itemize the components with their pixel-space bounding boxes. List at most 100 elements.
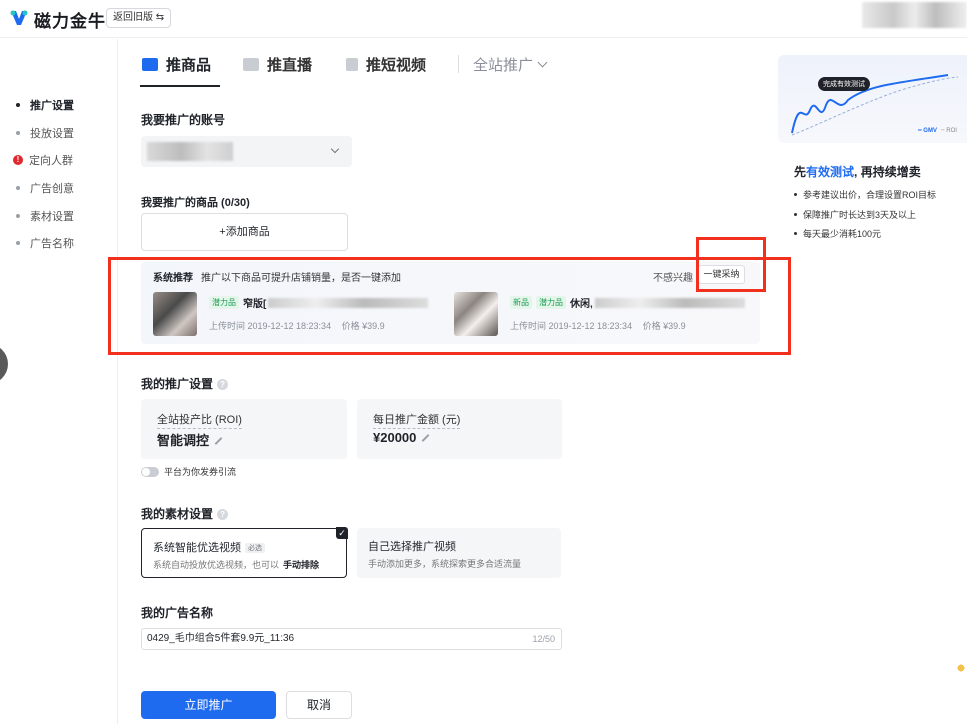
user-avatar[interactable]	[862, 2, 967, 28]
active-tab-indicator	[140, 85, 220, 87]
tab-site-wide-dropdown[interactable]: 全站推广	[473, 50, 548, 78]
tips-title-suffix: , 再持续增卖	[854, 165, 921, 179]
tip-item: 参考建议出价，合理设置ROI目标	[794, 188, 936, 201]
promo-settings-title: 我的推广设置?	[141, 375, 229, 392]
chevron-down-icon	[330, 144, 340, 154]
ad-name-title: 我的广告名称	[141, 606, 214, 620]
brand-name: 磁力金牛	[34, 12, 106, 31]
product-title-row: 潜力品 窄版[	[209, 295, 429, 310]
daily-budget-card[interactable]: 每日推广金额 (元) ¥20000	[357, 399, 562, 459]
roi-setting-card[interactable]: 全站投产比 (ROI) 智能调控	[141, 399, 347, 459]
tab-label: 推短视频	[366, 56, 427, 74]
tab-promote-live[interactable]: 推直播	[243, 50, 312, 78]
promo-settings-title-text: 我的推广设置	[141, 377, 214, 391]
tips-title-prefix: 先	[794, 165, 807, 179]
one-click-adopt-button[interactable]: 一键采纳	[698, 265, 745, 284]
coupon-toggle-row: 平台为你发券引流	[141, 465, 236, 478]
sidebar-item-label: 素材设置	[30, 211, 74, 223]
required-badge: 必选	[245, 543, 265, 553]
material-option-desc-text: 系统自动投放优选视频，也可以	[153, 560, 280, 570]
megaphone-icon	[142, 57, 158, 71]
video-icon	[243, 57, 259, 71]
helper-float-icon[interactable]	[955, 662, 967, 674]
tab-label: 推直播	[267, 56, 313, 74]
recommended-product-card[interactable]: 新品 潜力品 休闲, 上传时间 2019-12-12 18:23:34 价格 ¥…	[454, 292, 754, 336]
roi-label: 全站投产比 (ROI)	[157, 411, 242, 429]
tip-item: 保障推广时长达到3天及以上	[794, 208, 916, 221]
sidebar-item-label: 推广设置	[30, 100, 74, 112]
add-goods-button[interactable]: +添加商品	[141, 213, 348, 251]
sidebar-item-creative[interactable]: 广告创意	[14, 180, 74, 196]
legend-roi: ╌ ROI	[940, 128, 957, 134]
tips-title-highlight: 有效测试	[806, 165, 855, 179]
clip-icon	[346, 57, 358, 71]
edit-icon[interactable]	[422, 434, 430, 442]
recommend-title: 系统推荐	[153, 273, 193, 284]
sidebar-item-label: 广告名称	[30, 238, 74, 250]
cancel-button[interactable]: 取消	[286, 691, 352, 719]
material-option-smart[interactable]: 系统智能优选视频 必选 系统自动投放优选视频，也可以 手动排除 ✓	[141, 527, 348, 578]
potential-tag: 潜力品	[209, 296, 239, 309]
product-title: 窄版[	[243, 299, 267, 310]
potential-tag: 潜力品	[536, 296, 566, 309]
material-settings-title: 我的素材设置?	[141, 505, 229, 522]
sidebar-item-targeting[interactable]: ! 定向人群	[13, 152, 73, 168]
sidebar-item-ad-name[interactable]: 广告名称	[14, 235, 74, 251]
recommend-header: 系统推荐 推广以下商品可提升店铺销量，是否一键添加	[153, 269, 401, 284]
roi-value-text: 智能调控	[157, 433, 210, 448]
roi-value: 智能调控	[157, 430, 223, 449]
top-header: 磁力金牛 返回旧版 ⇆	[0, 0, 967, 38]
new-tag: 新品	[510, 296, 532, 309]
not-interested-link[interactable]: 不感兴趣	[653, 269, 693, 284]
bullet-icon	[16, 241, 20, 245]
bullet-icon	[16, 214, 20, 218]
tab-label: 全站推广	[473, 56, 534, 74]
product-title-blurred	[268, 297, 429, 308]
tab-divider	[458, 55, 459, 73]
ad-name-value: 0429_毛巾组合5件套9.9元_11:36	[147, 633, 295, 644]
question-icon[interactable]: ?	[217, 509, 229, 520]
tab-promote-short-video[interactable]: 推短视频	[346, 50, 426, 78]
product-title: 休闲,	[570, 299, 593, 310]
ad-name-input[interactable]: 0429_毛巾组合5件套9.9元_11:36 12/50	[141, 628, 562, 650]
coupon-toggle[interactable]	[141, 466, 159, 477]
tips-title: 先有效测试, 再持续增卖	[794, 163, 921, 180]
promote-now-button[interactable]: 立即推广	[141, 691, 276, 719]
ad-name-char-count: 12/50	[532, 634, 555, 644]
product-meta: 上传时间 2019-12-12 18:23:34 价格 ¥39.9	[209, 319, 393, 332]
return-old-version-button[interactable]: 返回旧版 ⇆	[106, 8, 172, 28]
tab-promote-goods[interactable]: 推商品	[142, 50, 211, 78]
sidebar-item-promo-settings[interactable]: 推广设置	[14, 97, 74, 113]
material-option-desc: 系统自动投放优选视频，也可以 手动排除	[153, 558, 319, 571]
product-meta: 上传时间 2019-12-12 18:23:34 价格 ¥39.9	[510, 319, 694, 332]
sidebar-nav: 推广设置 投放设置 ! 定向人群 广告创意 素材设置 广告名称	[0, 39, 118, 724]
sidebar-item-label: 广告创意	[30, 183, 74, 195]
legend-gmv: ━ GMV	[918, 128, 937, 134]
upload-time: 上传时间 2019-12-12 18:23:34	[510, 321, 633, 331]
budget-value: ¥20000	[373, 430, 430, 445]
account-select[interactable]	[141, 136, 352, 167]
recommended-product-card[interactable]: 潜力品 窄版[ 上传时间 2019-12-12 18:23:34 价格 ¥39.…	[153, 292, 443, 336]
sidebar-item-label: 投放设置	[30, 128, 74, 140]
sidebar-item-material[interactable]: 素材设置	[14, 208, 74, 224]
tips-panel: 完成有效测试 ━ GMV ╌ ROI 先有效测试, 再持续增卖 参考建议出价，合理…	[778, 55, 967, 242]
product-title-blurred	[594, 297, 745, 308]
account-section-title: 我要推广的账号	[141, 113, 226, 127]
account-name-blurred	[147, 142, 233, 161]
sidebar-item-delivery-settings[interactable]: 投放设置	[14, 125, 74, 141]
sidebar-item-label: 定向人群	[29, 155, 73, 167]
question-icon[interactable]: ?	[217, 379, 229, 390]
material-option-title-text: 系统智能优选视频	[153, 542, 241, 554]
check-icon: ✓	[336, 527, 348, 539]
manual-exclude-link[interactable]: 手动排除	[283, 560, 319, 570]
coupon-toggle-label: 平台为你发券引流	[164, 467, 237, 477]
budget-label: 每日推广金额 (元)	[373, 411, 461, 429]
bullet-icon	[16, 131, 20, 135]
chart-bubble-label: 完成有效测试	[818, 77, 870, 91]
edit-icon[interactable]	[214, 437, 223, 445]
trend-illustration: 完成有效测试 ━ GMV ╌ ROI	[778, 55, 967, 143]
bullet-icon	[16, 103, 20, 107]
material-option-manual[interactable]: 自己选择推广视频 手动添加更多，系统探索更多合适流量	[357, 528, 561, 578]
product-thumbnail	[153, 292, 197, 336]
material-option-title: 自己选择推广视频	[368, 541, 456, 553]
